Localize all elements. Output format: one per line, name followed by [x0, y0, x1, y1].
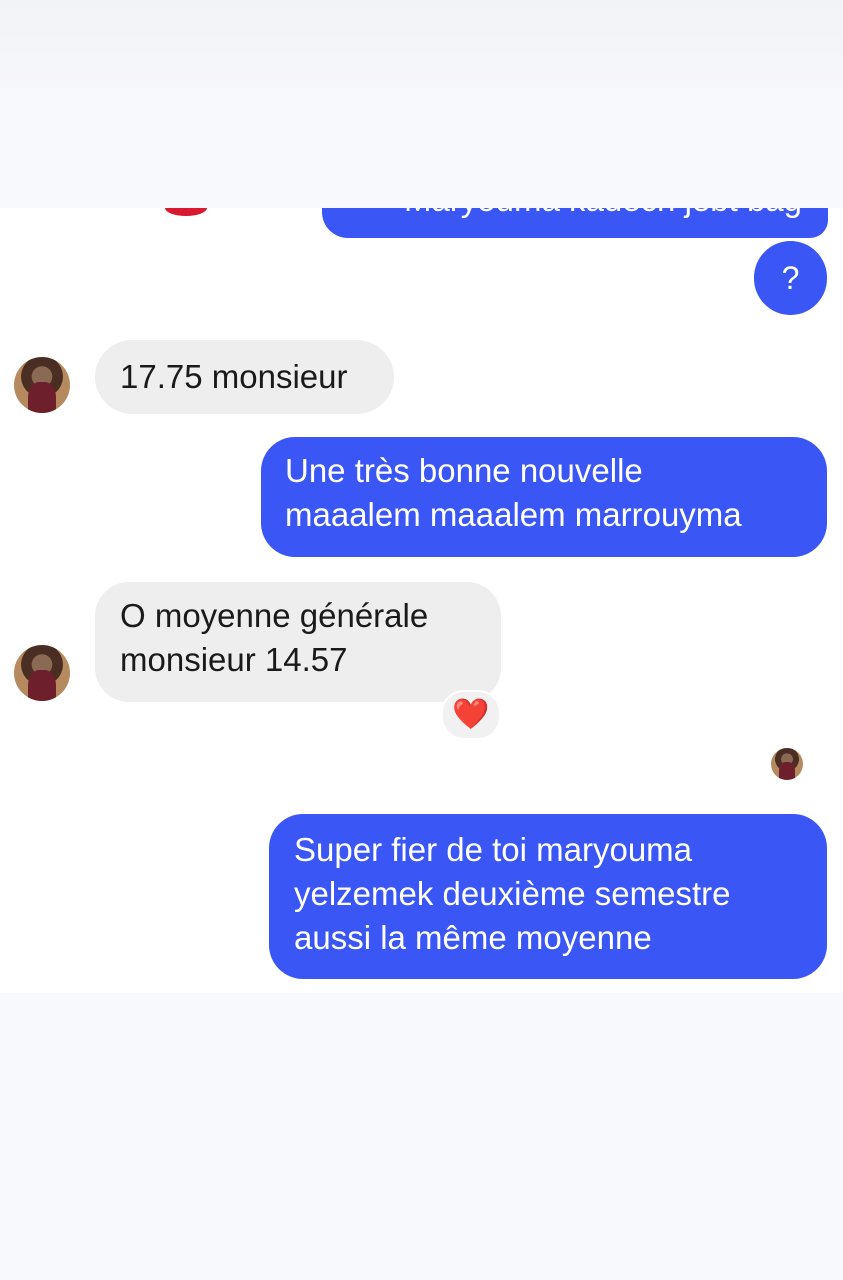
message-line: aussi la même moyenne [294, 919, 652, 956]
message-text: 17.75 monsieur [120, 358, 348, 395]
message-line: Super fier de toi maryouma [294, 831, 693, 868]
avatar-figure [779, 762, 795, 780]
story-top-margin [0, 88, 843, 208]
conversation-view[interactable]: Maryouma kadech jebt bag ? 17.75 monsieu… [0, 208, 843, 993]
message-line: O moyenne générale [120, 597, 429, 634]
red-avatar-fragment [165, 208, 207, 216]
heart-reaction-icon[interactable]: ❤️ [441, 690, 501, 740]
contact-avatar[interactable] [14, 357, 70, 413]
outgoing-message-bubble[interactable]: Maryouma kadech jebt bag [322, 208, 828, 238]
incoming-message-bubble[interactable]: 17.75 monsieur [95, 340, 394, 414]
read-receipt-avatar [771, 748, 803, 780]
incoming-message-bubble[interactable]: O moyenne générale monsieur 14.57 [95, 582, 501, 702]
message-line: maaalem maaalem marrouyma [285, 496, 742, 533]
outgoing-message-bubble[interactable]: Super fier de toi maryouma yelzemek deux… [269, 814, 827, 979]
status-bar-area [0, 0, 843, 88]
outgoing-message-bubble[interactable]: ? [754, 241, 827, 315]
message-line: monsieur 14.57 [120, 641, 348, 678]
contact-avatar[interactable] [14, 645, 70, 701]
message-text: Maryouma kadech jebt bag [404, 208, 802, 218]
avatar-figure [28, 670, 56, 701]
message-text: ? [781, 260, 800, 296]
avatar-figure [28, 382, 56, 413]
message-line: Une très bonne nouvelle [285, 452, 643, 489]
story-bottom-margin [0, 993, 843, 1280]
outgoing-message-bubble[interactable]: Une très bonne nouvelle maaalem maaalem … [261, 437, 827, 557]
message-line: yelzemek deuxième semestre [294, 875, 731, 912]
screenshot-page: Maryouma kadech jebt bag ? 17.75 monsieu… [0, 0, 843, 1280]
